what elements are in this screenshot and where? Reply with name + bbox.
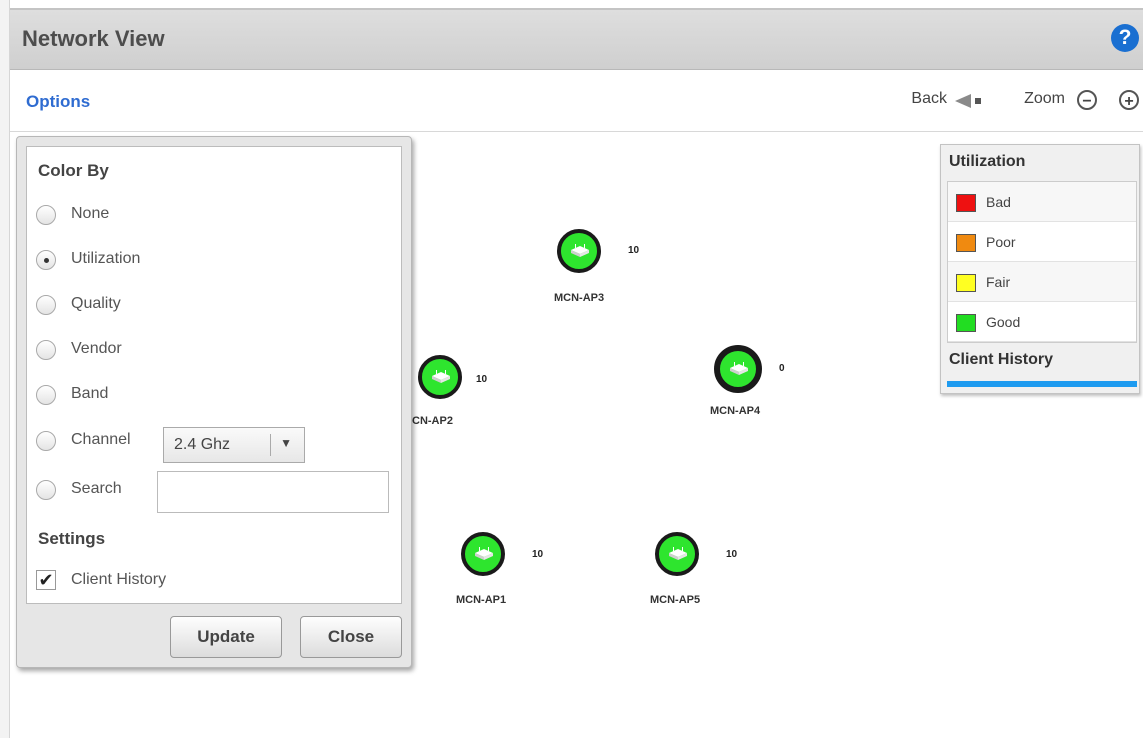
access-point-icon[interactable] (461, 532, 505, 576)
ap-client-count: 10 (628, 245, 640, 256)
ap-client-count: 0 (779, 363, 785, 374)
radio-label: Utilization (71, 250, 141, 267)
select-divider (270, 434, 271, 456)
search-input[interactable] (157, 471, 389, 513)
client-history-label: Client History (71, 571, 167, 588)
radio-label: Search (71, 480, 122, 497)
options-panel: Color By None Utilization Quality Vendor… (16, 136, 412, 668)
legend-title: Utilization (949, 153, 1026, 170)
channel-select[interactable]: 2.4 Ghz ▼ (163, 427, 305, 463)
radio-button[interactable] (36, 340, 56, 360)
radio-label: None (71, 205, 110, 222)
toolbar: Options Back Zoom − + (10, 70, 1143, 132)
ap-client-count: 10 (726, 549, 738, 560)
channel-select-value: 2.4 Ghz (174, 436, 231, 453)
ap-name-label: MCN-AP4 (710, 405, 761, 417)
radio-button-selected[interactable] (36, 250, 56, 270)
ap-name-label: CN-AP2 (412, 415, 453, 427)
radio-button[interactable] (36, 480, 56, 500)
title-bar: Network View ? (10, 8, 1143, 70)
radio-label: Band (71, 385, 109, 402)
ap-name-label: MCN-AP1 (456, 594, 507, 606)
radio-label: Quality (71, 295, 121, 312)
legend-list: Bad Poor Fair Good (947, 181, 1137, 343)
settings-heading: Settings (38, 529, 106, 548)
ap-name-label: MCN-AP5 (650, 594, 701, 606)
back-arrow-icon[interactable] (955, 94, 985, 113)
view-navigation: Back Zoom − + (883, 88, 1143, 114)
legend-item-poor: Poor (948, 222, 1136, 262)
client-history-checkbox[interactable]: ✔ (36, 570, 56, 590)
legend-swatch (956, 234, 976, 252)
ap-client-count: 10 (532, 549, 544, 560)
options-panel-body: Color By None Utilization Quality Vendor… (26, 146, 402, 604)
ap-client-count: 10 (476, 374, 488, 385)
legend-item-bad: Bad (948, 182, 1136, 222)
radio-label: Channel (71, 431, 131, 448)
legend-item-fair: Fair (948, 262, 1136, 302)
radio-button[interactable] (36, 385, 56, 405)
close-button[interactable]: Close (300, 616, 402, 658)
update-button[interactable]: Update (170, 616, 282, 658)
zoom-out-icon[interactable]: − (1077, 90, 1097, 110)
legend-swatch (956, 194, 976, 212)
page-title: Network View (22, 26, 165, 51)
legend-label: Fair (986, 274, 1011, 290)
color-by-heading: Color By (38, 161, 109, 180)
legend-label: Good (986, 314, 1021, 330)
access-point-icon[interactable] (557, 229, 601, 273)
radio-button[interactable] (36, 295, 56, 315)
left-edge-rule (0, 0, 10, 738)
utilization-legend: Utilization Bad Poor Fair Good Client Hi… (940, 144, 1140, 394)
radio-label: Vendor (71, 340, 122, 357)
legend-label: Bad (986, 194, 1011, 210)
options-link[interactable]: Options (26, 92, 90, 112)
ap-name-label: MCN-AP3 (554, 292, 605, 304)
back-label[interactable]: Back (911, 90, 947, 108)
client-history-title: Client History (949, 351, 1054, 368)
access-point-icon[interactable] (714, 345, 762, 393)
zoom-in-icon[interactable]: + (1119, 90, 1139, 110)
legend-swatch (956, 314, 976, 332)
legend-item-good: Good (948, 302, 1136, 342)
client-history-bar (947, 381, 1137, 387)
access-point-icon[interactable] (655, 532, 699, 576)
radio-button[interactable] (36, 431, 56, 451)
radio-button[interactable] (36, 205, 56, 225)
legend-label: Poor (986, 234, 1016, 250)
access-point-icon[interactable] (418, 355, 462, 399)
chevron-down-icon[interactable]: ▼ (280, 436, 292, 450)
zoom-label: Zoom (1024, 90, 1065, 107)
legend-swatch (956, 274, 976, 292)
help-icon[interactable]: ? (1111, 24, 1139, 52)
